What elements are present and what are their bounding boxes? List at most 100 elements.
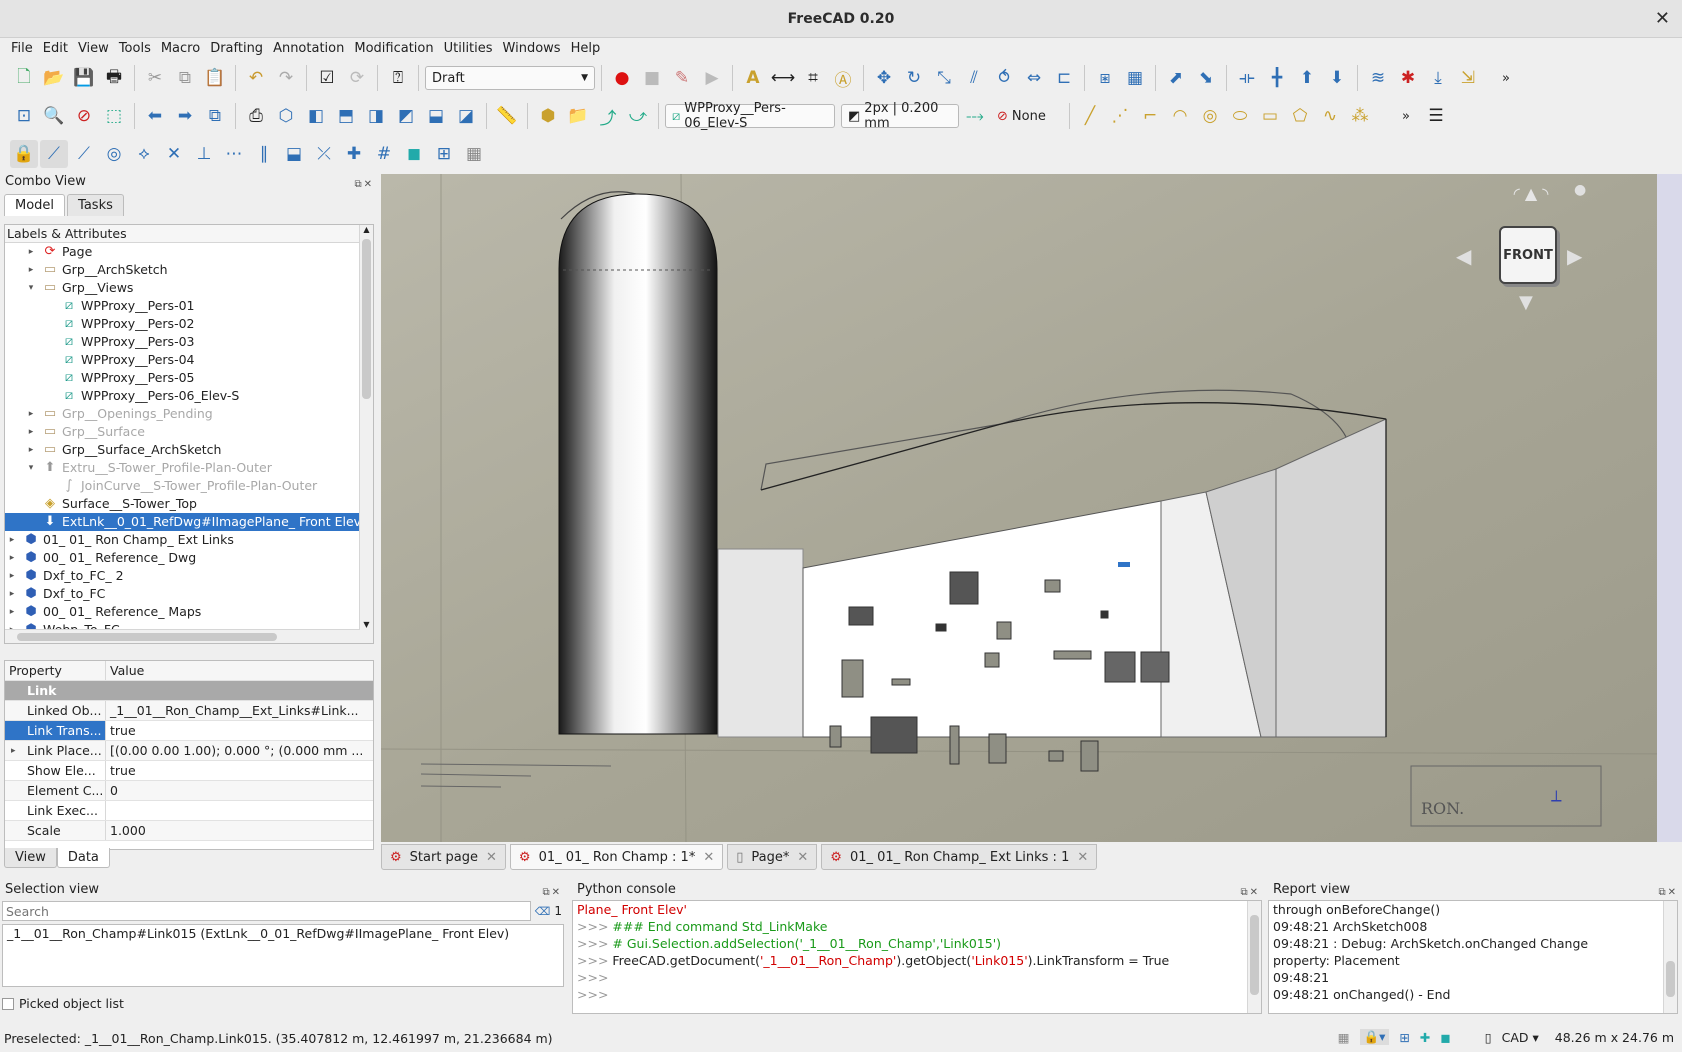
collapsed-arrow-icon[interactable]: ▸ (7, 531, 17, 549)
tree-item[interactable]: ⧄ WPProxy__Pers-02 (5, 315, 373, 333)
property-value[interactable] (106, 801, 373, 820)
menu-windows[interactable]: Windows (498, 38, 566, 60)
menu-annotation[interactable]: Annotation (268, 38, 349, 60)
property-value[interactable]: [(0.00 0.00 1.00); 0.000 °; (0.000 mm ..… (106, 741, 373, 760)
move-icon[interactable]: ✥ (870, 64, 898, 92)
property-value[interactable]: 0 (106, 781, 373, 800)
macro-edit-icon[interactable]: ✎ (668, 64, 696, 92)
text-icon[interactable]: A (739, 64, 767, 92)
tree-item[interactable]: ▸ ⬢ Dxf_to_FC_ 2 (5, 567, 373, 585)
document-tab[interactable]: ⚙ 01_ 01_ Ron Champ : 1* ✕ (509, 844, 724, 870)
ellipse-icon[interactable]: ⬭ (1226, 102, 1254, 130)
cut-icon[interactable]: ✂ (141, 64, 169, 92)
snap-dimensions-icon[interactable]: ⊞ (430, 140, 458, 168)
dimension-icon[interactable]: ⟷ (769, 64, 797, 92)
redo-icon[interactable]: ↷ (272, 64, 300, 92)
property-value[interactable]: true (106, 761, 373, 780)
snap-intersection-icon[interactable]: ✕ (160, 140, 188, 168)
close-icon[interactable]: ✕ (797, 850, 808, 865)
property-value[interactable]: true (106, 721, 373, 740)
polygon-icon[interactable]: ⬠ (1286, 102, 1314, 130)
collapsed-arrow-icon[interactable]: ▸ (7, 567, 17, 585)
snap-near-icon[interactable]: ⤫ (310, 140, 338, 168)
tree-item[interactable]: ▾ ⬆ Extru__S-Tower_Profile-Plan-Outer (5, 459, 373, 477)
downgrade-icon[interactable]: ⬊ (1192, 64, 1220, 92)
view-isometric-icon[interactable]: ⬡ (272, 102, 300, 130)
layers-icon[interactable]: ☰ (1422, 102, 1450, 130)
collapsed-arrow-icon[interactable]: ▸ (7, 585, 17, 603)
collapsed-arrow-icon[interactable]: ▸ (7, 549, 17, 567)
point-icon[interactable]: ⁂ (1346, 102, 1374, 130)
selection-search-input[interactable] (2, 901, 531, 921)
panel-float-close-icon[interactable]: ⧉✕ (354, 175, 374, 195)
property-value[interactable]: 1.000 (106, 821, 373, 840)
tree-item[interactable]: ▸ ⬢ 01_ 01_ Ron Champ_ Ext Links (5, 531, 373, 549)
document-tab[interactable]: ▯ Page* ✕ (727, 844, 818, 870)
menu-modification[interactable]: Modification (349, 38, 438, 60)
navcube-left-arrow-icon[interactable]: ◀ (1456, 244, 1471, 268)
tree-item[interactable]: ▸ ▭ Grp__Openings_Pending (5, 405, 373, 423)
tree-item[interactable]: ▸ ⬢ 00_ 01_ Reference_ Maps (5, 603, 373, 621)
snap-workingplane-icon[interactable]: ◼ (1440, 1030, 1450, 1045)
collapsed-arrow-icon[interactable]: ▸ (26, 261, 36, 279)
collapsed-arrow-icon[interactable]: ▸ (7, 603, 17, 621)
navigation-style-button[interactable]: CAD ▾ (1502, 1030, 1539, 1045)
property-editor[interactable]: Property Value Link Linked Ob... _1__01__… (4, 660, 374, 850)
draft-to-sketch-icon[interactable]: ✱ (1394, 64, 1422, 92)
console-scrollbar[interactable] (1247, 901, 1261, 1013)
3d-viewport[interactable]: RON. FRONT ◜ ▲ ◝ ◀ ▶ ▼ ● ⟂ (381, 174, 1682, 842)
scroll-thumb[interactable] (17, 633, 277, 641)
rectangle-icon[interactable]: ▭ (1256, 102, 1284, 130)
snap-workingplane-icon[interactable]: ◼ (400, 140, 428, 168)
close-icon[interactable]: ✕ (1655, 0, 1670, 38)
snap-special-icon[interactable]: ⬓ (280, 140, 308, 168)
snap-angle-icon[interactable]: ⟡ (130, 140, 158, 168)
open-icon[interactable]: 📂 (40, 64, 68, 92)
fit-selection-icon[interactable]: 🔍 (40, 102, 68, 130)
menu-view[interactable]: View (73, 38, 114, 60)
document-tab[interactable]: ⚙ 01_ 01_ Ron Champ_ Ext Links : 1 ✕ (821, 844, 1098, 870)
circle-icon[interactable]: ◎ (1196, 102, 1224, 130)
array-icon[interactable]: ⧆ (1091, 64, 1119, 92)
menu-help[interactable]: Help (566, 38, 606, 60)
fit-all-icon[interactable]: ⊡ (10, 102, 38, 130)
working-plane-selector[interactable]: ⧄ WPProxy__Pers-06_Elev-S (665, 101, 835, 131)
menu-drafting[interactable]: Drafting (205, 38, 268, 60)
new-document-icon[interactable]: 🗋 (10, 64, 38, 92)
close-icon[interactable]: ✕ (1077, 850, 1088, 865)
view-rear-icon[interactable]: ◩ (392, 102, 420, 130)
record-macro-icon[interactable]: ● (608, 64, 636, 92)
snap-extension-icon[interactable]: ⋯ (220, 140, 248, 168)
polyline-icon[interactable]: ⋰ (1106, 102, 1134, 130)
menu-macro[interactable]: Macro (156, 38, 205, 60)
autogroup-icon[interactable]: ⤏ (961, 102, 989, 130)
snap-ortho-icon[interactable]: ✚ (340, 140, 368, 168)
scroll-thumb[interactable] (1666, 961, 1675, 997)
close-icon[interactable]: ✕ (486, 850, 497, 865)
document-tab[interactable]: ⚙ Start page ✕ (381, 844, 506, 870)
property-group[interactable]: Link (5, 681, 373, 701)
offset-icon[interactable]: ⥀ (990, 64, 1018, 92)
more-tools-icon[interactable]: » (1392, 102, 1420, 130)
tree-vertical-scrollbar[interactable]: ▲ ▼ (359, 225, 373, 643)
line-style-selector[interactable]: ◩ 2px | 0.200 mm (841, 101, 959, 131)
trimex-icon[interactable]: ⊏ (1050, 64, 1078, 92)
tree-item[interactable]: ▸ ▭ Grp__Surface_ArchSketch (5, 441, 373, 459)
scroll-down-icon[interactable]: ▼ (360, 620, 373, 629)
snap-perpendicular-icon[interactable]: ⊥ (190, 140, 218, 168)
view-front-icon[interactable]: ◧ (302, 102, 330, 130)
model-tree[interactable]: Labels & Attributes ▸ ⟳ Page ▸ ▭ Grp__ArchSke… (4, 224, 374, 644)
property-row[interactable]: Show Ele... true (5, 761, 373, 781)
tab-tasks[interactable]: Tasks (67, 194, 124, 216)
view-top-icon[interactable]: ⬒ (332, 102, 360, 130)
property-row[interactable]: Element C... 0 (5, 781, 373, 801)
measure-icon[interactable]: 📏 (493, 102, 521, 130)
report-scrollbar[interactable] (1663, 901, 1677, 1013)
scroll-up-icon[interactable]: ▲ (360, 225, 373, 234)
property-row[interactable]: Link Trans... true (5, 721, 373, 741)
expand-arrow-icon[interactable]: ▸ (11, 741, 16, 760)
link-actions-icon[interactable]: ⤻ (624, 102, 652, 130)
navcube-rotate-arrows[interactable]: ◜ ▲ ◝ (1481, 184, 1581, 204)
tree-item[interactable]: ⧄ WPProxy__Pers-04 (5, 351, 373, 369)
run-macro-icon[interactable]: ▶ (698, 64, 726, 92)
